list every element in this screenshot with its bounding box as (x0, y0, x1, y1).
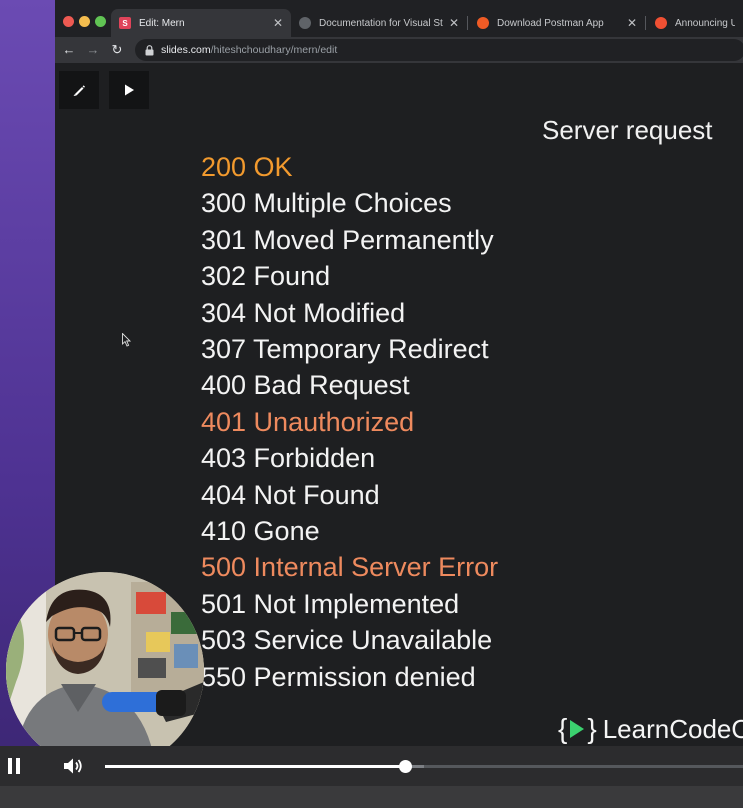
pause-button[interactable] (8, 758, 24, 774)
presenter-video-image (6, 572, 204, 770)
postman-icon (477, 17, 489, 29)
status-code-item: 304 Not Modified (201, 297, 406, 328)
present-button[interactable] (109, 71, 149, 109)
learncode-brand: {} LearnCodeO (558, 713, 743, 745)
status-code-item: 302 Found (201, 261, 331, 292)
slide-title: Server request (542, 115, 713, 145)
mouse-cursor-icon (122, 333, 132, 347)
status-code-item: 501 Not Implemented (201, 588, 460, 619)
address-path: /hiteshchoudhary/mern/edit (210, 44, 338, 56)
pen-tool-button[interactable] (59, 71, 99, 109)
webcam-overlay (6, 572, 204, 770)
seek-handle[interactable] (398, 760, 412, 773)
status-code-item: 550 Permission denied (201, 661, 476, 692)
tab-separator (467, 16, 468, 30)
address-domain: slides.com (161, 44, 211, 56)
play-icon (125, 84, 134, 96)
tab-title: Documentation for Visual Studio (319, 17, 443, 29)
volume-icon[interactable] (62, 756, 84, 776)
slides-icon: S (119, 17, 131, 29)
tab-postman[interactable]: Download Postman App ✕ (469, 9, 645, 37)
status-code-item: 200 OK (201, 152, 293, 182)
pause-icon (16, 758, 20, 774)
tab-separator (645, 16, 646, 30)
close-icon[interactable]: ✕ (273, 16, 283, 30)
close-icon[interactable]: ✕ (449, 16, 459, 30)
address-bar[interactable]: slides.com/hiteshchoudhary/mern/edit (135, 39, 743, 61)
status-code-item: 401 Unauthorized (201, 406, 415, 437)
status-code-item: 404 Not Found (201, 479, 380, 510)
back-arrow-icon[interactable]: ← (60, 41, 78, 59)
maximize-window-button[interactable] (95, 16, 106, 27)
browser-toolbar: ← → ↻ slides.com/hiteshchoudhary/mern/ed… (55, 37, 743, 63)
played-bar (105, 765, 405, 768)
status-code-item: 403 Forbidden (201, 443, 376, 474)
status-code-item: 301 Moved Permanently (201, 224, 494, 255)
close-icon[interactable]: ✕ (627, 16, 637, 30)
forward-arrow-icon[interactable]: → (84, 41, 102, 59)
status-code-item: 410 Gone (201, 516, 320, 547)
status-code-item: 307 Temporary Redirect (201, 334, 489, 365)
video-controls (0, 746, 743, 786)
tab-title: Download Postman App (497, 17, 604, 29)
pause-icon (8, 758, 12, 774)
compass-icon (655, 17, 667, 29)
tab-edit-mern[interactable]: S Edit: Mern ✕ (111, 9, 291, 37)
pen-icon (73, 85, 85, 96)
status-code-item: 400 Bad Request (201, 370, 410, 401)
brand-name: LearnCodeO (602, 713, 743, 744)
learncode-logo-icon: {} (558, 713, 597, 744)
tab-title: Edit: Mern (139, 17, 185, 29)
close-window-button[interactable] (63, 16, 74, 27)
video-progress-bar[interactable] (105, 760, 743, 773)
tab-documentation[interactable]: Documentation for Visual Studio ✕ (291, 9, 467, 37)
page-bottom-bar (0, 786, 743, 808)
status-code-item: 300 Multiple Choices (201, 188, 452, 219)
status-code-list: 200 OK 300 Multiple Choices 301 Moved Perm… (201, 149, 498, 695)
minimize-window-button[interactable] (79, 16, 90, 27)
globe-icon (299, 17, 311, 29)
tab-announcing[interactable]: Announcing Updat (647, 9, 743, 37)
status-code-item: 500 Internal Server Error (201, 552, 499, 583)
status-code-item: 503 Service Unavailable (201, 625, 493, 656)
lock-icon (145, 44, 154, 56)
tab-bar: S Edit: Mern ✕ Documentation for Visual … (55, 0, 743, 37)
tab-title: Announcing Updat (675, 17, 735, 29)
reload-icon[interactable]: ↻ (108, 41, 126, 59)
